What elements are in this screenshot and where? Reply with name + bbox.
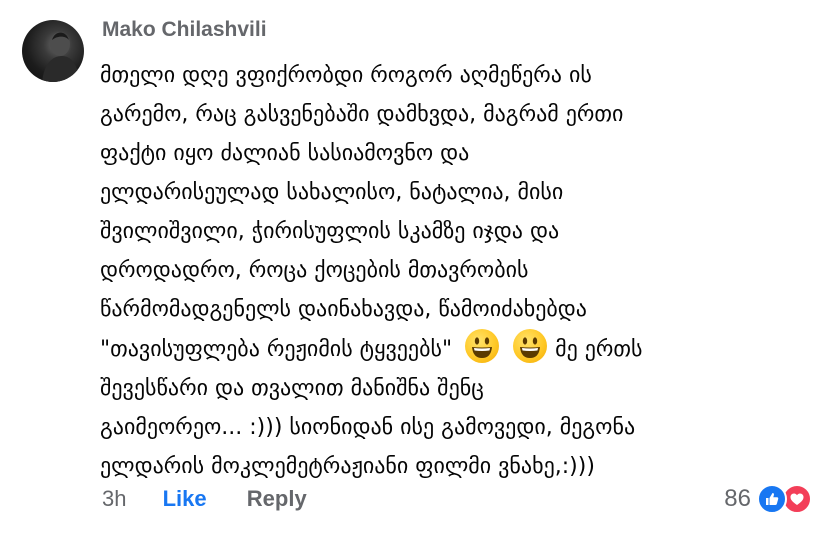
grinning-face-emoji-icon <box>465 329 500 363</box>
reactions-summary[interactable]: 86 <box>724 484 812 514</box>
avatar[interactable] <box>22 20 84 82</box>
comment-timestamp[interactable]: 3h <box>102 486 126 512</box>
comment-footer: 3h Like Reply <box>102 486 307 512</box>
grinning-face-emoji-icon <box>513 329 548 363</box>
comment-text: მთელი დღე ვფიქრობდი როგორ აღმეწერა ის გა… <box>100 56 816 486</box>
reply-button[interactable]: Reply <box>247 486 307 512</box>
comment-author[interactable]: Mako Chilashvili <box>102 18 267 42</box>
avatar-photo-icon <box>42 32 80 82</box>
like-icon <box>757 484 787 514</box>
reaction-count: 86 <box>724 485 751 512</box>
like-button[interactable]: Like <box>163 486 207 512</box>
comment-text-part1: მთელი დღე ვფიქრობდი როგორ აღმეწერა ის გა… <box>100 63 624 362</box>
